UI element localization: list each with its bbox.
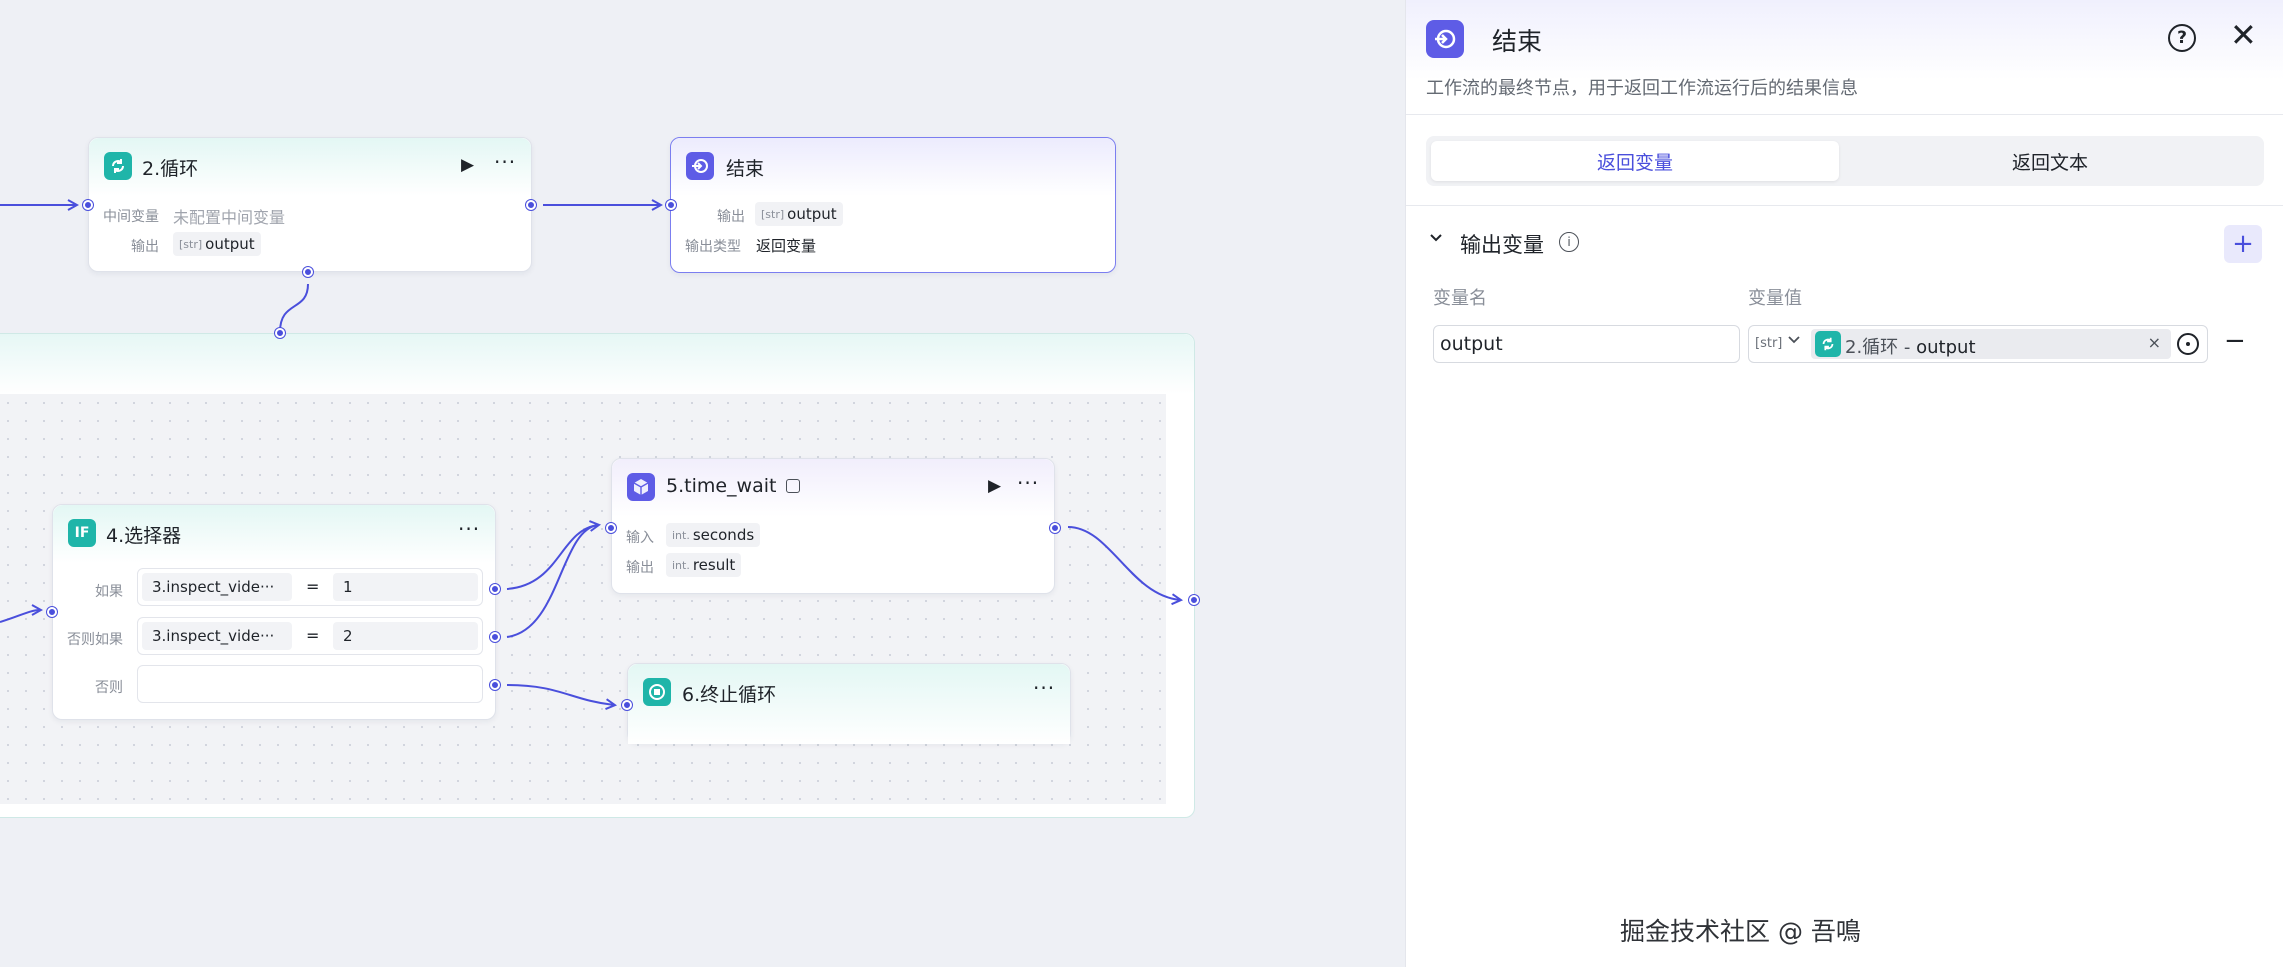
wait-output-tag: int. result	[666, 553, 742, 577]
else-label: 否则	[95, 680, 123, 696]
output-tag: [str] output	[173, 232, 261, 256]
port-loop-in[interactable]	[83, 200, 93, 210]
variable-reference-chip[interactable]: 2.循环 - output ×	[1811, 329, 2171, 359]
elif-label: 否则如果	[67, 632, 123, 648]
wait-input-tag: int. seconds	[666, 523, 761, 547]
loop-container-header	[0, 334, 1194, 394]
if-operator[interactable]: =	[306, 577, 319, 596]
output-mode-tabs: 返回变量 返回文本	[1426, 136, 2264, 186]
add-variable-button[interactable]: +	[2224, 225, 2262, 263]
tab-return-text[interactable]: 返回文本	[1846, 141, 2254, 181]
port-wait-out[interactable]	[1050, 523, 1060, 533]
stop-icon	[643, 678, 671, 706]
section-title-output-variables: 输出变量	[1460, 233, 1544, 257]
elif-right-operand[interactable]: 2	[333, 622, 478, 650]
node-time-wait-title: 5.time_wait	[666, 475, 777, 497]
pick-variable-target-icon[interactable]	[2177, 333, 2199, 355]
run-node-button[interactable]: ▶	[461, 155, 474, 175]
elif-condition[interactable]: 3.inspect_vide··· = 2	[137, 617, 483, 655]
help-icon[interactable]: ?	[2168, 24, 2196, 52]
node-selector[interactable]: IF 4.选择器 ··· 如果 3.inspect_vide··· = 1 否则…	[52, 504, 496, 720]
workflow-canvas[interactable]: 2.循环 ▶ ··· 中间变量 未配置中间变量 输出 [str] output …	[0, 0, 1405, 967]
run-node-button[interactable]: ▶	[988, 476, 1001, 496]
mid-var-value: 未配置中间变量	[173, 208, 286, 227]
port-end-in[interactable]	[666, 200, 676, 210]
if-label: 如果	[95, 584, 123, 600]
node-loop-title: 2.循环	[142, 158, 199, 180]
loop-icon	[104, 152, 132, 180]
port-break-in[interactable]	[622, 700, 632, 710]
else-branch[interactable]	[137, 665, 483, 703]
node-config-panel: 结束 ? ✕ 工作流的最终节点，用于返回工作流运行后的结果信息 返回变量 返回文…	[1405, 0, 2283, 967]
port-selector-in[interactable]	[47, 607, 57, 617]
end-output-label: 输出	[717, 209, 745, 225]
node-end-title: 结束	[726, 158, 765, 180]
node-time-wait[interactable]: 5.time_wait ▶ ··· 输入 int. seconds 输出 int…	[611, 458, 1055, 594]
column-header-name: 变量名	[1433, 288, 1487, 309]
int-type-icon: int.	[672, 528, 690, 542]
variable-name-input[interactable]: output	[1433, 325, 1740, 363]
output-kind-value: 返回变量	[756, 237, 817, 255]
column-header-value: 变量值	[1748, 288, 1802, 309]
wait-input-label: 输入	[626, 530, 654, 546]
more-options-icon[interactable]: ···	[494, 150, 516, 174]
more-options-icon[interactable]: ···	[1033, 676, 1055, 700]
port-wait-in[interactable]	[606, 523, 616, 533]
panel-title: 结束	[1492, 27, 1543, 56]
more-options-icon[interactable]: ···	[458, 517, 480, 541]
node-end[interactable]: 结束 输出 [str] output 输出类型 返回变量	[670, 137, 1116, 273]
output-kind-label: 输出类型	[685, 239, 741, 255]
str-type-icon: [str]	[761, 207, 785, 221]
end-icon	[1426, 20, 1464, 58]
if-condition[interactable]: 3.inspect_vide··· = 1	[137, 568, 483, 606]
if-left-operand[interactable]: 3.inspect_vide···	[142, 573, 292, 601]
info-icon[interactable]: i	[1559, 232, 1579, 252]
type-dropdown-chevron-icon[interactable]	[1787, 332, 1801, 351]
clear-reference-icon[interactable]: ×	[2148, 333, 2161, 352]
panel-description: 工作流的最终节点，用于返回工作流运行后的结果信息	[1426, 78, 1858, 99]
if-right-operand[interactable]: 1	[333, 573, 478, 601]
int-type-icon: int.	[672, 558, 690, 572]
elif-left-operand[interactable]: 3.inspect_vide···	[142, 622, 292, 650]
wait-output-label: 输出	[626, 560, 654, 576]
remove-variable-button[interactable]: −	[2224, 326, 2246, 356]
str-type-icon: [str]	[179, 237, 203, 251]
port-elif-out[interactable]	[490, 632, 500, 642]
divider	[1406, 205, 2283, 206]
edge-loop-body	[279, 283, 309, 333]
port-else-out[interactable]	[490, 680, 500, 690]
port-loop-out[interactable]	[526, 200, 536, 210]
end-icon	[686, 152, 714, 180]
port-loop-body-out[interactable]	[303, 267, 313, 277]
output-label: 输出	[131, 239, 159, 255]
variable-value-field[interactable]: [str] 2.循环 - output ×	[1748, 325, 2208, 363]
reference-label: 2.循环 - output	[1845, 337, 1976, 358]
watermark: 掘金技术社区 @ 吾鳴	[1620, 917, 1861, 946]
loop-icon	[1815, 331, 1841, 357]
plugin-cube-icon	[627, 473, 655, 501]
end-output-tag: [str] output	[755, 202, 843, 226]
str-type-icon: [str]	[1755, 336, 1783, 351]
chevron-down-icon[interactable]	[1428, 230, 1444, 251]
more-options-icon[interactable]: ···	[1017, 471, 1039, 495]
port-loop-end-in[interactable]	[1189, 595, 1199, 605]
port-loop-body-in[interactable]	[275, 328, 285, 338]
node-loop[interactable]: 2.循环 ▶ ··· 中间变量 未配置中间变量 输出 [str] output	[88, 137, 532, 272]
mid-var-label: 中间变量	[103, 209, 159, 225]
plugin-badge-icon	[786, 479, 800, 493]
node-break-title: 6.终止循环	[682, 684, 777, 706]
elif-operator[interactable]: =	[306, 626, 319, 645]
close-icon[interactable]: ✕	[2230, 16, 2257, 54]
node-break-loop[interactable]: 6.终止循环 ···	[627, 663, 1071, 744]
port-if-out[interactable]	[490, 584, 500, 594]
tab-return-variable[interactable]: 返回变量	[1431, 141, 1839, 181]
if-icon: IF	[68, 519, 96, 547]
node-selector-title: 4.选择器	[106, 525, 182, 547]
